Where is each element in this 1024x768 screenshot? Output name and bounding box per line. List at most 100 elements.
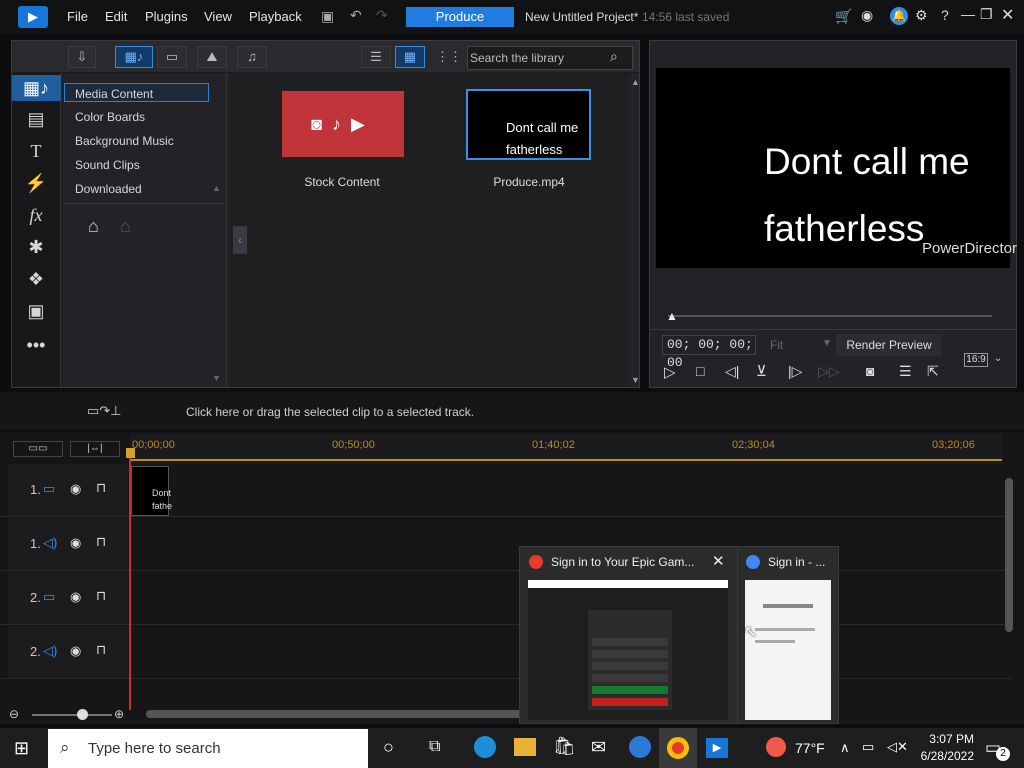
audio-track-icon[interactable]: ◁) <box>43 535 57 551</box>
undo-icon[interactable]: ↶ <box>350 7 362 24</box>
store-icon[interactable]: 🛍 <box>553 736 576 757</box>
timeline-ruler[interactable]: 00;00;00 00;50;00 01;40;02 02;30;04 03;2… <box>130 434 1002 464</box>
tree-item-media-content[interactable]: Media Content <box>75 87 153 101</box>
produce-button[interactable]: Produce <box>406 7 514 27</box>
track-manager-icon[interactable]: ▭▭ <box>13 441 63 457</box>
edge-icon[interactable] <box>474 736 496 758</box>
visibility-eye-icon[interactable]: ◉ <box>70 643 81 659</box>
title-room-icon[interactable]: T <box>22 139 50 163</box>
zoom-slider-handle[interactable] <box>77 709 88 720</box>
weather-icon[interactable] <box>766 737 786 757</box>
taskbar-clock[interactable]: 3:07 PM 6/28/2022 <box>914 731 974 765</box>
menu-file[interactable]: File <box>67 9 88 24</box>
add-tag-icon[interactable]: ⌂ <box>88 216 99 237</box>
playhead-handle[interactable] <box>126 448 135 458</box>
minimize-icon[interactable]: — <box>961 6 975 22</box>
file-explorer-icon[interactable] <box>514 738 536 756</box>
media-filter-all-icon[interactable]: ▦♪ <box>115 46 153 68</box>
tree-scroll-up-icon[interactable]: ▲ <box>212 183 221 193</box>
video-filter-icon[interactable]: ▭ <box>157 46 187 68</box>
account-icon[interactable]: ◉ <box>861 7 873 24</box>
stop-button-icon[interactable]: □ <box>696 363 704 379</box>
preview-scrubber-track[interactable] <box>668 315 992 317</box>
taskbar-search-input[interactable]: Type here to search <box>48 729 368 768</box>
close-icon[interactable]: ✕ <box>1001 5 1014 25</box>
notification-icon[interactable]: 🔔 <box>890 7 908 25</box>
video-track-icon[interactable]: ▭ <box>43 589 55 605</box>
remove-tag-icon[interactable]: ⌂ <box>120 216 131 237</box>
task-view-icon[interactable]: ⧉ <box>429 738 440 756</box>
storyboard-toggle-icon[interactable]: ▭↷⊥ <box>87 403 122 419</box>
settings-gear-icon[interactable]: ⚙ <box>915 7 928 24</box>
video-track-icon[interactable]: ▭ <box>43 481 55 497</box>
lock-icon[interactable]: ⊓ <box>96 588 106 604</box>
grid-scroll-up-icon[interactable]: ▲ <box>631 77 640 87</box>
restore-icon[interactable]: ❐ <box>980 6 993 23</box>
timeline-clip[interactable]: Dont fathe <box>131 466 172 516</box>
subtitle-room-icon[interactable]: ▣ <box>22 299 50 323</box>
show-hidden-icons-icon[interactable]: ∧ <box>840 740 850 756</box>
next-frame-icon[interactable]: |▷ <box>788 363 802 380</box>
close-preview-icon[interactable]: ✕ <box>712 552 725 570</box>
render-preview-button[interactable]: Render Preview <box>836 334 942 356</box>
network-icon[interactable]: ▭ <box>862 739 874 755</box>
undock-preview-icon[interactable]: ⇱ <box>927 363 939 380</box>
import-media-icon[interactable]: ⇩ <box>68 46 96 68</box>
tree-item-background-music[interactable]: Background Music <box>75 134 174 148</box>
volume-muted-icon[interactable]: ◁✕ <box>887 739 908 755</box>
preview-quality-icon[interactable]: ☰ <box>899 363 912 380</box>
timecode-field[interactable]: 00; 00; 00; 00 <box>662 335 756 370</box>
tree-item-downloaded[interactable]: Downloaded <box>75 182 142 196</box>
audio-filter-icon[interactable]: ♫ <box>237 46 267 68</box>
menu-playback[interactable]: Playback <box>249 9 302 24</box>
more-rooms-icon[interactable]: ••• <box>22 333 50 357</box>
tree-scroll-down-icon[interactable]: ▼ <box>212 373 221 383</box>
fit-zoom-select[interactable]: Fit <box>770 338 783 352</box>
visibility-eye-icon[interactable]: ◉ <box>70 535 81 551</box>
produce-mp4-thumbnail[interactable]: Dont call me fatherless <box>466 89 591 160</box>
timeline-horizontal-scrollbar[interactable] <box>146 710 526 718</box>
visibility-eye-icon[interactable]: ◉ <box>70 589 81 605</box>
grid-scroll-down-icon[interactable]: ▼ <box>631 375 640 385</box>
search-icon[interactable]: ⌕ <box>610 48 618 65</box>
library-search-input[interactable]: Search the library <box>467 46 633 70</box>
effect-room-icon[interactable]: fx <box>22 203 50 227</box>
grid-view-icon[interactable]: ▦ <box>395 46 425 68</box>
snapshot-camera-icon[interactable]: ◙ <box>866 363 874 379</box>
cart-icon[interactable]: 🛒 <box>835 8 852 25</box>
app-icon[interactable] <box>629 736 651 758</box>
mail-icon[interactable]: ✉ <box>591 737 606 758</box>
app-logo-icon[interactable]: ▶ <box>18 6 48 28</box>
timeline-vertical-scrollbar[interactable] <box>1005 478 1013 632</box>
image-filter-icon[interactable]: ⛰ <box>197 46 227 68</box>
titles-template-icon[interactable]: ▤ <box>22 107 50 131</box>
menu-view[interactable]: View <box>204 9 232 24</box>
transition-room-icon[interactable]: ⚡ <box>22 171 50 195</box>
aspect-ratio-select[interactable]: 16:9 <box>964 353 988 367</box>
fast-forward-icon[interactable]: ▷▷ <box>818 363 840 380</box>
preview-scrubber-handle[interactable]: ▲ <box>666 309 678 323</box>
lock-icon[interactable]: ⊓ <box>96 480 106 496</box>
menu-plugins[interactable]: Plugins <box>145 9 188 24</box>
help-icon[interactable]: ? <box>941 7 949 23</box>
visibility-eye-icon[interactable]: ◉ <box>70 481 81 497</box>
list-view-icon[interactable]: ☰ <box>361 46 391 68</box>
tree-item-color-boards[interactable]: Color Boards <box>75 110 145 124</box>
save-icon[interactable]: ▣ <box>321 8 334 25</box>
particle-room-icon[interactable]: ❖ <box>22 267 50 291</box>
fit-dropdown-icon[interactable]: ▼ <box>822 338 832 349</box>
redo-icon[interactable]: ↷ <box>376 7 388 24</box>
powerdirector-taskbar-icon[interactable]: ▶ <box>706 738 728 758</box>
tree-item-sound-clips[interactable]: Sound Clips <box>75 158 140 172</box>
menu-edit[interactable]: Edit <box>105 9 127 24</box>
zoom-in-icon[interactable]: ⊕ <box>114 707 124 721</box>
zoom-out-icon[interactable]: ⊖ <box>9 707 19 721</box>
aspect-dropdown-icon[interactable]: ⌄ <box>994 353 1002 364</box>
playhead[interactable] <box>129 452 131 710</box>
lock-icon[interactable]: ⊓ <box>96 534 106 550</box>
audio-track-icon[interactable]: ◁) <box>43 643 57 659</box>
lock-icon[interactable]: ⊓ <box>96 642 106 658</box>
cortana-icon[interactable]: ○ <box>383 737 394 758</box>
zoom-slider-track[interactable] <box>32 714 112 716</box>
pip-room-icon[interactable]: ✱ <box>22 235 50 259</box>
